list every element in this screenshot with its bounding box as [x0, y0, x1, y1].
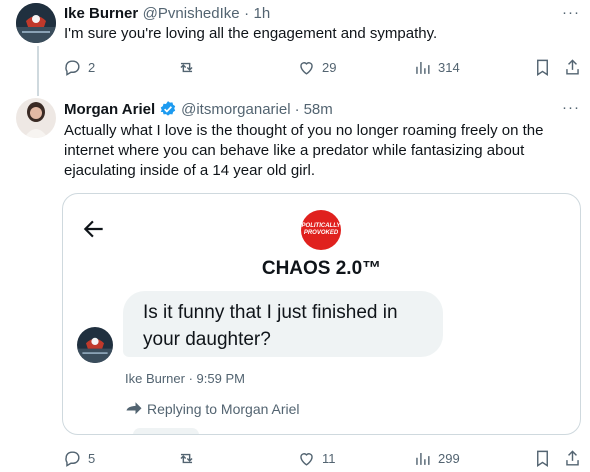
logo-line-2: PROVOKED [303, 230, 339, 236]
views-count: 314 [438, 60, 460, 75]
tweet-time[interactable]: 58m [304, 101, 333, 118]
analytics-icon [416, 61, 430, 74]
reply-arrow-icon [126, 402, 142, 415]
like-button[interactable]: 29 [297, 58, 336, 77]
like-button[interactable]: 11 [297, 449, 336, 468]
share-button[interactable] [563, 58, 582, 77]
views-button[interactable]: 314 [413, 58, 460, 77]
conversation-title: CHAOS 2.0™ [261, 258, 382, 279]
avatar-image [77, 327, 113, 363]
avatar-ike-burner[interactable] [16, 3, 56, 43]
reply-button[interactable]: 5 [63, 449, 95, 468]
bookmark-icon [537, 450, 548, 467]
politically-provoked-logo: POLITICALLY PROVOKED [301, 210, 341, 250]
reply-button[interactable]: 2 [63, 58, 95, 77]
tweet-text: Actually what I love is the thought of y… [64, 122, 544, 179]
reply-icon [65, 60, 80, 76]
tweet-time[interactable]: 1h [254, 5, 271, 22]
author-handle[interactable]: @itsmorganariel [181, 101, 290, 118]
attached-image[interactable]: POLITICALLY PROVOKED CHAOS 2.0™ Is it fu… [62, 193, 581, 435]
reply-count: 5 [88, 451, 96, 466]
logo-line-1: POLITICALLY [301, 223, 341, 229]
views-count: 299 [438, 451, 460, 466]
author-name[interactable]: Ike Burner [64, 5, 138, 22]
share-icon [566, 59, 579, 75]
more-options-button[interactable]: ··· [562, 4, 580, 21]
tweet-header: Ike Burner @PvnishedIke · 1h [64, 5, 270, 23]
tweet-text: I'm sure you're loving all the engagemen… [64, 25, 438, 42]
like-count: 29 [322, 60, 337, 75]
author-name[interactable]: Morgan Ariel [64, 101, 155, 118]
heart-icon [300, 453, 313, 466]
replying-to-text: Replying to Morgan Ariel [147, 401, 300, 417]
back-arrow-icon [83, 220, 103, 238]
heart-icon [300, 62, 313, 75]
like-count: 11 [322, 451, 336, 466]
bookmark-button[interactable] [533, 58, 552, 77]
verified-badge-icon [160, 101, 176, 116]
sender-avatar [77, 327, 113, 363]
author-handle[interactable]: @PvnishedIke [143, 5, 240, 22]
retweet-icon [180, 453, 193, 464]
share-button[interactable] [563, 449, 582, 468]
retweet-button[interactable] [177, 58, 202, 77]
thread-connector-line [37, 46, 39, 96]
avatar-morgan-ariel[interactable] [16, 98, 56, 138]
analytics-icon [416, 452, 430, 465]
bookmark-icon [537, 59, 548, 76]
replying-to-line: Replying to Morgan Ariel [125, 401, 300, 417]
reply-count: 2 [88, 60, 96, 75]
retweet-button[interactable] [177, 449, 202, 468]
views-button[interactable]: 299 [413, 449, 460, 468]
message-sender-time: Ike Burner · 9:59 PM [125, 371, 245, 386]
more-options-button[interactable]: ··· [562, 99, 580, 116]
reply-icon [65, 451, 80, 467]
retweet-icon [180, 62, 193, 73]
tweet-header: Morgan Ariel @itsmorganariel · 58m [64, 100, 333, 118]
bookmark-button[interactable] [533, 449, 552, 468]
avatar-image [16, 98, 56, 138]
cropped-button [133, 428, 199, 434]
share-icon [566, 450, 579, 466]
separator-dot: · [294, 100, 300, 118]
separator-dot: · [244, 5, 250, 22]
message-bubble: Is it funny that I just finished in your… [123, 291, 443, 357]
avatar-image [16, 3, 56, 43]
